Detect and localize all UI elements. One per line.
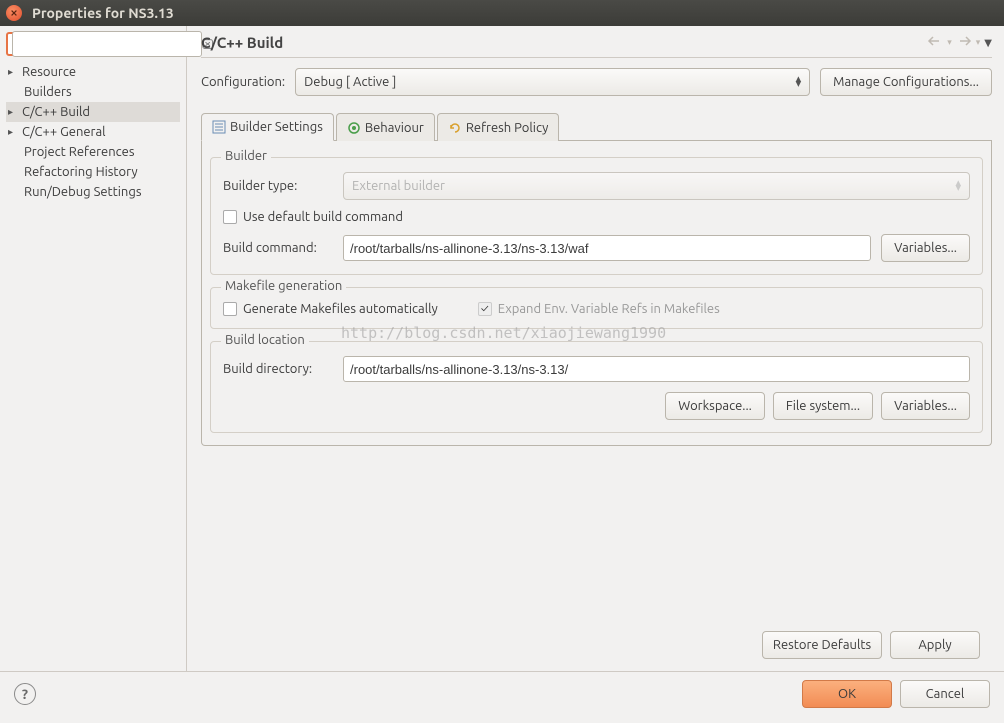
window-close-button[interactable]: [6, 5, 22, 21]
expand-arrow-icon: ▸: [8, 66, 22, 78]
defaults-row: Restore Defaults Apply: [201, 625, 992, 663]
build-location-group-title: Build location: [221, 333, 309, 347]
nav-back-icon[interactable]: [927, 35, 943, 50]
main-panel: C/C++ Build ▾ ▾ ▼ Configuration: Debug […: [187, 26, 1004, 671]
tab-builder-settings[interactable]: Builder Settings: [201, 113, 334, 141]
build-location-group: Build location http://blog.csdn.net/xiao…: [210, 341, 983, 433]
sidebar-item-resource[interactable]: ▸ Resource: [6, 62, 180, 82]
configuration-combo[interactable]: Debug [ Active ] ▴▾: [295, 68, 810, 96]
refresh-icon: [448, 121, 462, 135]
tab-content: Builder Builder type: External builder ▴…: [201, 141, 992, 446]
filter-box[interactable]: [6, 32, 180, 56]
use-default-build-command-checkbox[interactable]: Use default build command: [223, 210, 403, 224]
sidebar-item-refactoring-history[interactable]: Refactoring History: [6, 162, 180, 182]
makefile-group: Makefile generation Generate Makefiles a…: [210, 287, 983, 329]
sidebar-item-run-debug-settings[interactable]: Run/Debug Settings: [6, 182, 180, 202]
page-title: C/C++ Build: [201, 34, 923, 51]
tabs: Builder Settings Behaviour Refresh Polic…: [201, 112, 992, 141]
apply-button[interactable]: Apply: [890, 631, 980, 659]
combo-caret-icon: ▴▾: [955, 181, 961, 191]
behaviour-icon: [347, 121, 361, 135]
filter-input[interactable]: [12, 31, 202, 57]
build-directory-label: Build directory:: [223, 362, 333, 376]
titlebar: Properties for NS3.13: [0, 0, 1004, 26]
builder-group: Builder Builder type: External builder ▴…: [210, 157, 983, 275]
builder-group-title: Builder: [221, 149, 271, 163]
file-system-button[interactable]: File system...: [773, 392, 873, 420]
build-command-input[interactable]: [343, 235, 871, 261]
expand-env-refs-checkbox: Expand Env. Variable Refs in Makefiles: [478, 302, 720, 316]
expand-arrow-icon: ▸: [8, 106, 22, 118]
tab-behaviour[interactable]: Behaviour: [336, 113, 435, 141]
build-command-variables-button[interactable]: Variables...: [881, 234, 970, 262]
build-dir-variables-button[interactable]: Variables...: [881, 392, 970, 420]
view-menu-icon[interactable]: ▼: [984, 37, 992, 49]
nav-forward-menu-icon[interactable]: ▾: [976, 37, 981, 48]
footer: ? OK Cancel: [0, 671, 1004, 716]
build-command-label: Build command:: [223, 241, 333, 255]
tab-refresh-policy[interactable]: Refresh Policy: [437, 113, 560, 141]
header-row: C/C++ Build ▾ ▾ ▼: [201, 34, 992, 58]
expand-arrow-icon: ▸: [8, 126, 22, 138]
window-title: Properties for NS3.13: [32, 5, 174, 21]
sidebar-item-cpp-general[interactable]: ▸ C/C++ General: [6, 122, 180, 142]
manage-configurations-button[interactable]: Manage Configurations...: [820, 68, 992, 96]
makefile-group-title: Makefile generation: [221, 279, 346, 293]
build-directory-input[interactable]: [343, 356, 970, 382]
builder-type-label: Builder type:: [223, 179, 333, 193]
configuration-label: Configuration:: [201, 75, 285, 89]
sidebar: ▸ Resource Builders ▸ C/C++ Build ▸ C/C+…: [0, 26, 187, 671]
restore-defaults-button[interactable]: Restore Defaults: [762, 631, 882, 659]
workspace-button[interactable]: Workspace...: [665, 392, 765, 420]
nav-back-menu-icon[interactable]: ▾: [947, 37, 952, 48]
builder-type-combo: External builder ▴▾: [343, 172, 970, 200]
nav-forward-icon[interactable]: [956, 35, 972, 50]
help-icon[interactable]: ?: [14, 683, 36, 705]
sidebar-item-cpp-build[interactable]: ▸ C/C++ Build: [6, 102, 180, 122]
ok-button[interactable]: OK: [802, 680, 892, 708]
configuration-row: Configuration: Debug [ Active ] ▴▾ Manag…: [201, 68, 992, 96]
sidebar-item-builders[interactable]: Builders: [6, 82, 180, 102]
dialog-body: ▸ Resource Builders ▸ C/C++ Build ▸ C/C+…: [0, 26, 1004, 671]
generate-makefiles-checkbox[interactable]: Generate Makefiles automatically: [223, 302, 438, 316]
cancel-button[interactable]: Cancel: [900, 680, 990, 708]
combo-caret-icon: ▴▾: [796, 77, 802, 87]
builder-settings-icon: [212, 120, 226, 134]
sidebar-item-project-references[interactable]: Project References: [6, 142, 180, 162]
